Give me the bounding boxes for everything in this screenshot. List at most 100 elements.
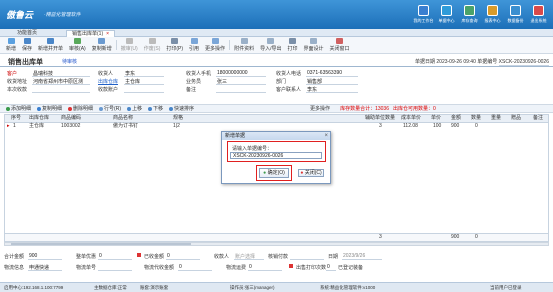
arrow-up-icon	[127, 106, 131, 111]
tab-home[interactable]: 功能首页	[12, 30, 42, 37]
pay-field[interactable]	[290, 253, 324, 260]
lock-icon	[487, 5, 498, 16]
delete-row-button[interactable]: 删除明细	[68, 105, 93, 112]
print-field[interactable]: 0	[326, 264, 336, 271]
add-button[interactable]: 新增	[3, 37, 19, 53]
contact-field[interactable]: 李东	[306, 86, 358, 93]
warehouse-label[interactable]: 出库仓库	[98, 78, 118, 85]
more-actions-button[interactable]: 更多操作	[202, 37, 228, 53]
remain-label: 已登记装备	[338, 265, 364, 271]
copy-new-button[interactable]: 复制新增	[89, 37, 115, 53]
table-row[interactable]: ▸ 1 主仓库 1003002 傲为订书钉 1|2 3 112.08 100 9…	[5, 123, 548, 130]
nav-backup[interactable]: 数据备份	[505, 2, 526, 27]
date-field[interactable]: 2023/9/26	[342, 253, 382, 260]
stock-label: 库存数量合计：	[340, 106, 376, 112]
table-cell[interactable]: 112.08	[403, 123, 418, 130]
number-value[interactable]: XSCK-20230926-0026	[498, 59, 549, 66]
attachment-button[interactable]: 附件资料	[231, 37, 257, 53]
staff-field[interactable]: 张三	[216, 78, 266, 85]
reference-button[interactable]: 引用	[186, 37, 202, 53]
cancel-button[interactable]: ● 关闭(C)	[298, 169, 324, 177]
button-label: 导入/导出	[260, 46, 282, 52]
total-label: 合计金额	[4, 254, 25, 260]
ship-no-label: 物流单号	[76, 265, 97, 271]
arrow-down-icon	[148, 106, 153, 111]
add-row-button[interactable]: 添加明细	[6, 105, 31, 112]
nav-inventory[interactable]: 库存查询	[459, 2, 480, 27]
move-up-button[interactable]: 上移	[127, 105, 142, 112]
ship-field[interactable]: 申通快递	[28, 264, 62, 271]
copy-row-button[interactable]: 复制明细	[37, 105, 62, 112]
quick-sort-button[interactable]: 快速排序	[169, 105, 194, 112]
paid-field[interactable]: 0	[166, 253, 200, 260]
table-cell[interactable]: 0	[475, 123, 478, 130]
table-cell[interactable]: 主仓库	[29, 123, 44, 130]
dept-field[interactable]: 销售部	[306, 78, 358, 85]
dialog-title-text: 新增单据	[225, 133, 246, 139]
layout-design-button[interactable]: 界面设计	[300, 37, 326, 53]
status-badge: 待审核	[62, 59, 78, 65]
tab-sales-out[interactable]: 销售出库单(1) ×	[66, 30, 116, 37]
nav-reports[interactable]: 报表中心	[482, 2, 503, 27]
column-header: 出库仓库	[29, 115, 50, 121]
receiver-field[interactable]: 李东	[124, 70, 164, 77]
nav-workbench[interactable]: 我的工作台	[413, 2, 434, 27]
row-number-button[interactable]: 行号(R)	[99, 105, 121, 112]
move-down-button[interactable]: 下移	[148, 105, 163, 112]
button-label: 新增并开单	[38, 46, 64, 52]
discount-field[interactable]: 0	[98, 253, 132, 260]
column-header: 单价	[431, 115, 442, 121]
address-field[interactable]: 河南省郑州市中原区测	[32, 78, 90, 85]
button-label: 下移	[153, 106, 164, 112]
due-label: 本次收款	[7, 87, 28, 93]
void-button[interactable]: 作废(S)	[141, 37, 164, 53]
nav-label: 报表中心	[484, 18, 501, 23]
unaudit-button[interactable]: 撤审(U)	[118, 37, 141, 53]
table-cell[interactable]: 1	[13, 123, 16, 130]
scroll-thumb[interactable]	[11, 243, 191, 245]
remark-field[interactable]	[216, 86, 266, 93]
table-cell[interactable]: 3	[379, 123, 382, 130]
close-icon[interactable]: ×	[324, 132, 328, 140]
ship-fee-field[interactable]: 0	[178, 264, 212, 271]
audit-button[interactable]: 审核(A)	[66, 37, 89, 53]
table-cell[interactable]: 1|2	[173, 123, 180, 130]
horizontal-scrollbar[interactable]	[4, 242, 549, 246]
fee-field[interactable]: 0	[248, 264, 282, 271]
phone-field[interactable]: 18000000000	[216, 70, 266, 77]
print-preview-button[interactable]: 打印(P)	[163, 37, 186, 53]
nav-documents[interactable]: 单据中心	[436, 2, 457, 27]
total-field[interactable]: 900	[28, 253, 62, 260]
button-label: 打印(P)	[166, 46, 184, 52]
close-window-button[interactable]: 关闭窗口	[327, 37, 353, 53]
pay-label: 核销付款	[268, 254, 289, 260]
print-checkbox[interactable]	[288, 264, 294, 270]
print-button[interactable]: 打印	[284, 37, 300, 53]
button-label: 复制明细	[42, 106, 63, 112]
paid-checkbox[interactable]	[136, 253, 142, 259]
table-cell[interactable]: 900	[451, 123, 459, 130]
table-cell[interactable]: 100	[433, 123, 441, 130]
save-new-button[interactable]: 新增并开单	[35, 37, 66, 53]
account-field[interactable]	[124, 86, 164, 93]
warehouse-field[interactable]: 主仓库	[124, 78, 164, 85]
table-cell[interactable]: 傲为订书钉	[113, 123, 138, 130]
customer-field[interactable]: 昌瑞科技	[32, 70, 90, 77]
due-field[interactable]	[32, 86, 90, 93]
grid-more-button[interactable]: 更多操作	[310, 105, 330, 112]
stock-value: 13036	[375, 106, 389, 112]
paperclip-icon	[240, 38, 248, 44]
save-button[interactable]: 保存	[19, 37, 35, 53]
number-dialog: 新增单据 × 请输入单据编号： XSCK-20230926-0026 ● 确定(O…	[221, 131, 331, 184]
button-label: 附件资料	[234, 46, 255, 52]
plus-icon	[6, 106, 10, 111]
account-select[interactable]: 账户选择	[234, 253, 264, 260]
tel-field[interactable]: 0371-63563390	[306, 70, 358, 77]
import-export-button[interactable]: 导入/导出	[257, 37, 284, 53]
table-cell[interactable]: 1003002	[61, 123, 80, 130]
nav-exit[interactable]: 退出系统	[528, 2, 549, 27]
date-value[interactable]: 2023-09-26 09:40	[436, 59, 475, 65]
form-row: 本次收款 收款账户 备注 客户联系人 李东	[4, 86, 549, 94]
inventory-icon	[464, 5, 475, 16]
ship-no-field[interactable]	[98, 264, 132, 271]
